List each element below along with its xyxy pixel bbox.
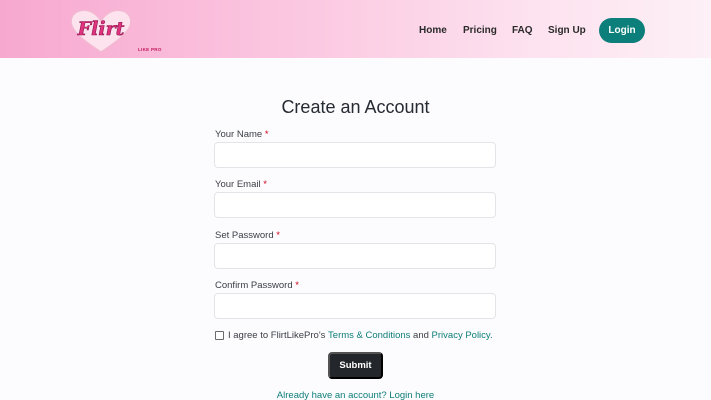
privacy-policy-link[interactable]: Privacy Policy.	[432, 330, 493, 341]
confirm-password-label: Confirm Password *	[215, 280, 299, 291]
logo-tagline: LIKE PRO	[138, 47, 162, 52]
agree-checkbox[interactable]	[215, 331, 224, 340]
required-mark: *	[276, 230, 280, 241]
password-input[interactable]	[214, 243, 496, 269]
logo-wordmark: Flirt	[77, 18, 125, 40]
submit-button[interactable]: Submit	[328, 352, 383, 379]
terms-link[interactable]: Terms & Conditions	[328, 330, 410, 341]
agree-and-text: and	[413, 330, 429, 341]
nav-faq-link[interactable]: FAQ	[512, 25, 533, 36]
nav-signup-link[interactable]: Sign Up	[548, 25, 586, 36]
login-here-link[interactable]: Already have an account? Login here	[0, 390, 711, 400]
page-title: Create an Account	[281, 97, 430, 117]
nav-home-link[interactable]: Home	[419, 25, 447, 36]
password-label: Set Password *	[215, 230, 280, 241]
agree-text: I agree to FlirtLikePro's	[228, 330, 326, 341]
email-label: Your Email *	[215, 179, 267, 190]
required-mark: *	[263, 179, 267, 190]
email-input[interactable]	[214, 192, 496, 218]
confirm-password-input[interactable]	[214, 293, 496, 319]
brand-logo[interactable]: Flirt LIKE PRO	[66, 6, 161, 54]
required-mark: *	[295, 280, 299, 291]
heart-logo-icon: Flirt	[70, 9, 132, 53]
terms-agreement: I agree to FlirtLikePro's Terms & Condit…	[215, 330, 493, 341]
site-header: Flirt LIKE PRO Home Pricing FAQ Sign Up …	[0, 0, 711, 58]
required-mark: *	[264, 129, 269, 140]
nav-pricing-link[interactable]: Pricing	[463, 25, 497, 36]
login-button[interactable]: Login	[599, 18, 645, 43]
name-input[interactable]	[214, 142, 496, 168]
name-label: Your Name *	[215, 129, 269, 140]
